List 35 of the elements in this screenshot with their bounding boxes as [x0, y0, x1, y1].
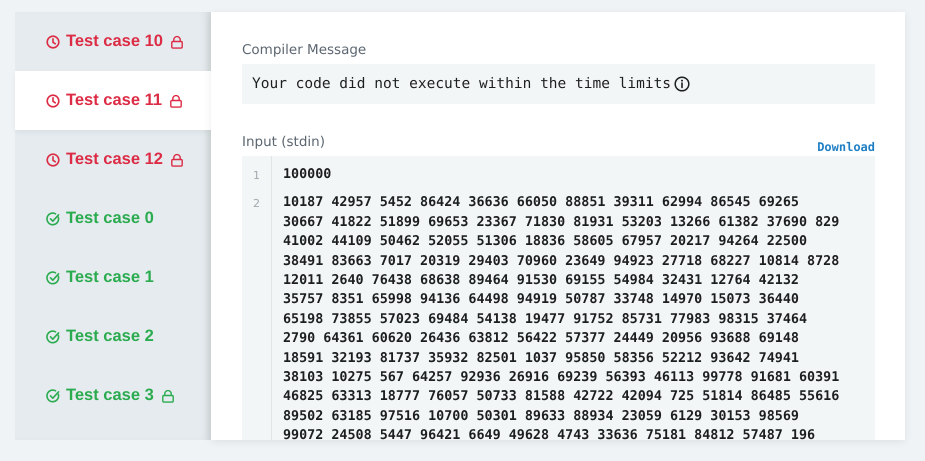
check-circle-icon [46, 388, 60, 402]
test-case-item[interactable]: Test case 11 [15, 71, 211, 130]
clock-icon [46, 94, 60, 108]
code-line: 38491 83663 7017 20319 29403 70960 23649 94923 27718 68227 10814 8728 [283, 252, 840, 271]
info-icon [674, 76, 690, 92]
download-link[interactable]: Download [817, 140, 875, 154]
code-line: 12011 2640 76438 68638 89464 91530 69155 54984 32431 12764 42132 [283, 272, 800, 290]
test-case-item[interactable]: Test case 10 [15, 12, 211, 71]
code-line: 18591 32193 81737 35932 82501 1037 95850 58356 52212 93642 74941 [283, 350, 800, 368]
code-line: 2790 64361 60620 26436 63812 56422 57377 24449 20956 93688 69148 [283, 330, 800, 348]
line-number: 2 [253, 196, 260, 212]
message-text: Your code did not execute within the time limits [252, 76, 672, 92]
code-line: 10187 42957 5452 86424 36636 66050 88851 39311 62994 86545 69265 [283, 194, 800, 212]
test-case-item[interactable]: Test case 0 [15, 189, 211, 248]
code-line: 46825 63313 18777 76057 50733 81588 42722 42094 725 51814 86485 55616 [283, 388, 840, 406]
section-label: Compiler Message [242, 42, 368, 58]
section-label: Input (stdin) [242, 134, 325, 150]
test-case-item[interactable]: Test case 12 [15, 130, 211, 189]
code-line: 100000 [283, 166, 332, 184]
code-line: 41002 44109 50462 52055 51306 18836 58605 67957 20217 94264 22500 [283, 233, 808, 252]
code-line: 99072 24508 5447 96421 6649 49628 4743 33636 75181 84812 57487 196 [283, 427, 816, 440]
test-case-item[interactable]: Test case 1 [15, 248, 211, 307]
test-case-item[interactable]: Test case 3 [15, 366, 211, 425]
code-line: 30667 41822 51899 69653 23367 71830 81931 53203 13266 61382 37690 829 [283, 214, 840, 232]
check-circle-icon [46, 270, 60, 284]
clock-icon [46, 34, 60, 48]
clock-icon [46, 152, 60, 166]
test-case-item[interactable]: Test case 2 [15, 307, 211, 366]
code-line: 89502 63185 97516 10700 50301 89633 88934 23059 6129 30153 98569 [283, 408, 800, 426]
code-line: 35757 8351 65998 94136 64498 94919 50787 33748 14970 15073 36440 [283, 291, 800, 310]
check-circle-icon [46, 330, 60, 344]
code-line: 38103 10275 567 64257 92936 26916 69239 56393 46113 99778 91681 60391 [283, 369, 840, 388]
code-line: 65198 73855 57023 69484 54138 19477 91752 85731 77983 98315 37464 [283, 310, 808, 329]
line-number: 1 [253, 168, 260, 184]
check-circle-icon [46, 212, 60, 226]
